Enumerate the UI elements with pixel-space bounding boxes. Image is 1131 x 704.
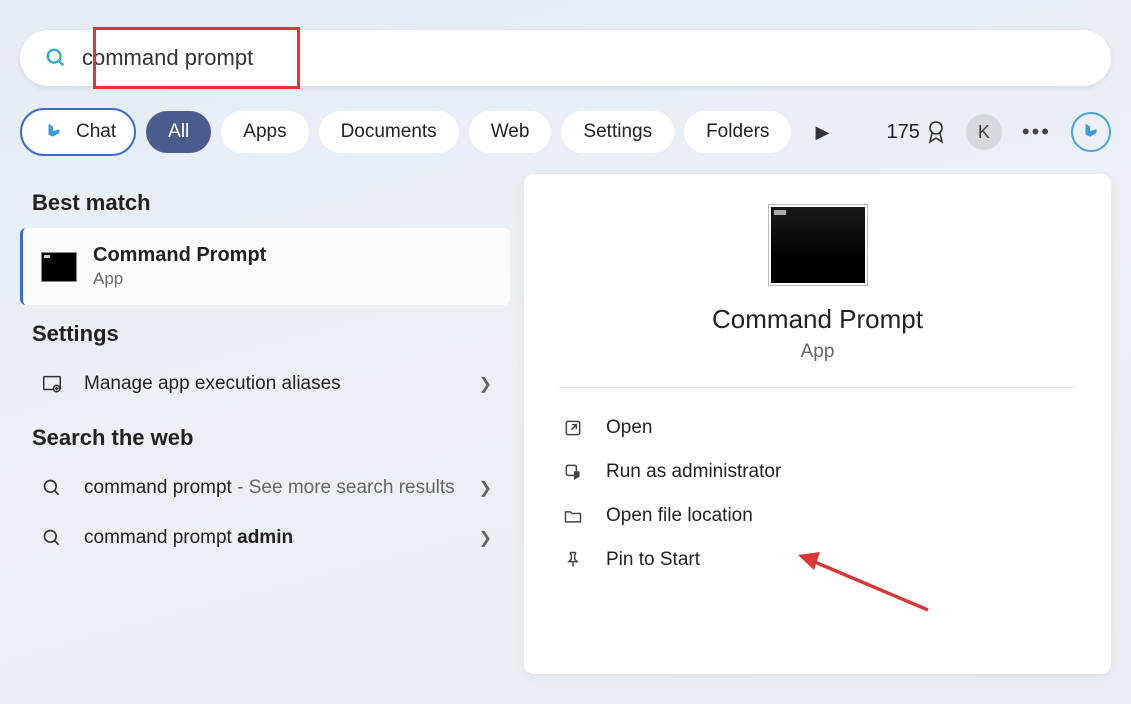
search-bar[interactable] xyxy=(20,30,1111,86)
settings-item-aliases[interactable]: Manage app execution aliases ❯ xyxy=(20,359,510,409)
points-value: 175 xyxy=(887,121,920,144)
pin-icon xyxy=(558,550,588,570)
chevron-right-icon: ❯ xyxy=(479,528,492,548)
shield-icon xyxy=(558,462,588,482)
open-icon xyxy=(558,418,588,438)
search-icon xyxy=(38,478,66,498)
filter-folders[interactable]: Folders xyxy=(684,111,791,153)
action-run-admin[interactable]: Run as administrator xyxy=(558,450,1077,494)
preview-panel: Command Prompt App Open Run as administr… xyxy=(524,174,1111,674)
best-match-item[interactable]: Command Prompt App xyxy=(20,228,510,305)
web-heading: Search the web xyxy=(32,425,498,451)
action-file-location[interactable]: Open file location xyxy=(558,494,1077,538)
preview-title: Command Prompt xyxy=(558,304,1077,335)
command-prompt-icon xyxy=(41,252,77,282)
web-item-2[interactable]: command prompt admin ❯ xyxy=(20,513,510,563)
best-match-title: Command Prompt xyxy=(93,244,266,267)
folder-icon xyxy=(558,506,588,526)
chevron-right-icon: ❯ xyxy=(479,478,492,498)
filter-web[interactable]: Web xyxy=(469,111,552,153)
settings-heading: Settings xyxy=(32,321,498,347)
user-avatar[interactable]: K xyxy=(966,114,1002,150)
bing-button[interactable] xyxy=(1071,112,1111,152)
medal-icon xyxy=(926,120,946,144)
divider xyxy=(558,387,1077,388)
bing-chat-icon xyxy=(40,118,68,146)
action-pin-start[interactable]: Pin to Start xyxy=(558,538,1077,582)
filter-settings[interactable]: Settings xyxy=(561,111,674,153)
filter-documents[interactable]: Documents xyxy=(319,111,459,153)
search-input[interactable] xyxy=(82,45,1087,71)
best-match-heading: Best match xyxy=(32,190,498,216)
search-icon xyxy=(44,46,68,70)
filter-apps[interactable]: Apps xyxy=(221,111,308,153)
rewards-points[interactable]: 175 xyxy=(887,120,946,144)
web-item-text: command prompt - See more search results xyxy=(84,477,479,499)
search-icon xyxy=(38,528,66,548)
best-match-subtitle: App xyxy=(93,269,266,289)
action-open[interactable]: Open xyxy=(558,406,1077,450)
chat-button[interactable]: Chat xyxy=(20,108,136,156)
preview-subtitle: App xyxy=(558,341,1077,363)
results-panel: Best match Command Prompt App Settings M… xyxy=(20,174,510,674)
settings-item-text: Manage app execution aliases xyxy=(84,373,479,395)
chevron-right-icon: ❯ xyxy=(479,374,492,394)
web-item-text: command prompt admin xyxy=(84,527,479,549)
filter-next-arrow[interactable]: ▶ xyxy=(807,122,837,143)
settings-item-icon xyxy=(38,373,66,395)
filter-all[interactable]: All xyxy=(146,111,211,153)
preview-app-icon xyxy=(768,204,868,286)
chat-label: Chat xyxy=(76,121,116,143)
more-menu[interactable]: ••• xyxy=(1022,119,1051,145)
filter-tabs: Chat All Apps Documents Web Settings Fol… xyxy=(20,108,1111,156)
web-item-1[interactable]: command prompt - See more search results… xyxy=(20,463,510,513)
